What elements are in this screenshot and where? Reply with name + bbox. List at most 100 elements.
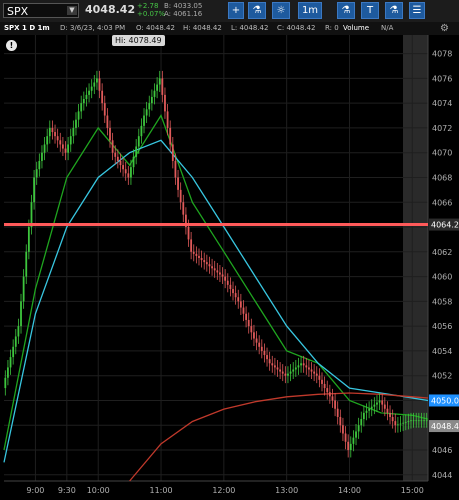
y-tick-label: 4070 (432, 149, 452, 158)
candle-body (326, 388, 329, 393)
flask-icon: ⚗ (389, 5, 399, 16)
candle-body (300, 363, 302, 366)
candle-body (378, 400, 381, 403)
alert-icon[interactable]: ! (6, 40, 17, 51)
candle-body (315, 373, 318, 376)
candle-body (308, 367, 310, 370)
timeframe-button[interactable]: 1m (298, 2, 322, 19)
candle-body (294, 367, 297, 370)
candle-body (284, 373, 287, 376)
candle-body (271, 363, 274, 366)
info-symbol: SPX 1 D 1m (4, 24, 50, 32)
candle-body (383, 404, 386, 409)
info-open: O: 4048.42 (136, 24, 175, 32)
candle-body (192, 251, 195, 254)
candle-body (4, 377, 7, 389)
candle-body (48, 127, 51, 137)
drawings-button[interactable]: ⚗ (337, 2, 355, 19)
price-chart[interactable]: 4078407640744072407040684066406440624060… (0, 35, 459, 500)
high-price-label: Hi: 4078.49 (112, 35, 165, 46)
net-change: +2.78 (137, 2, 159, 10)
candle-body (7, 367, 9, 378)
drawing-style-button[interactable]: ☼ (272, 2, 290, 19)
candle-body (156, 84, 159, 91)
sun-icon: ☼ (276, 5, 286, 16)
candle-body (148, 103, 151, 110)
x-tick-label: 15:00 (401, 486, 424, 495)
info-high: H: 4048.42 (183, 24, 222, 32)
chevron-down-icon[interactable]: ▼ (67, 6, 77, 15)
candle-body (362, 412, 365, 420)
candle-body (166, 111, 169, 128)
candle-body (219, 272, 221, 275)
price-level-label: 4064.2 (431, 221, 459, 230)
candle-body (292, 369, 295, 372)
flask-icon: ⚗ (252, 5, 262, 16)
candle-body (17, 326, 20, 337)
candle-body (221, 274, 224, 277)
candle-body (20, 301, 22, 327)
studies-2-button[interactable]: ⚗ (385, 2, 403, 19)
candle-body (349, 443, 352, 451)
candle-body (174, 160, 177, 178)
menu-button[interactable]: ☰ (409, 2, 425, 19)
timeframe-label: 1m (301, 5, 319, 16)
candle-body (182, 202, 185, 215)
candle-body (198, 255, 200, 258)
chart-info-bar: SPX 1 D 1m D: 3/6/23, 4:03 PM O: 4048.42… (0, 22, 459, 35)
gear-icon[interactable]: ⚙ (440, 23, 449, 34)
candle-body (331, 396, 334, 401)
x-tick-label: 12:00 (212, 486, 235, 495)
candle-body (46, 136, 49, 145)
candle-body (373, 404, 376, 407)
candle-body (12, 346, 15, 358)
candle-body (82, 99, 85, 104)
candle-body (305, 365, 308, 368)
candle-body (381, 400, 384, 405)
candle-body (407, 421, 410, 422)
candle-body (357, 425, 360, 432)
y-tick-label: 4056 (432, 322, 452, 331)
crosshair-button[interactable]: + (228, 2, 244, 19)
candle-body (145, 109, 148, 116)
candle-body (423, 420, 425, 422)
candle-body (239, 301, 242, 308)
candle-body (77, 111, 80, 120)
candle-body (321, 379, 323, 384)
candle-body (226, 280, 229, 285)
candle-body (111, 140, 114, 153)
candle-body (347, 441, 350, 451)
candle-body (250, 326, 253, 333)
candle-body (103, 103, 106, 116)
candle-body (93, 82, 96, 87)
chart-background (0, 35, 459, 500)
info-volume-label: Volume (343, 24, 370, 32)
studies-button[interactable]: ⚗ (248, 2, 266, 19)
candle-body (27, 227, 30, 252)
candle-body (216, 270, 219, 273)
candle-body (334, 400, 336, 409)
candle-body (266, 355, 268, 360)
chart-toolbar: SPX ▼ 4048.42 +2.78 +0.07% B: 4033.05 A:… (0, 0, 459, 23)
text-tool-button[interactable]: T (361, 2, 379, 19)
candle-body (389, 412, 391, 417)
y-tick-label: 4072 (432, 124, 452, 133)
candle-body (177, 177, 179, 190)
candle-body (132, 156, 135, 168)
candle-body (253, 332, 255, 339)
candle-body (137, 136, 140, 147)
candle-body (90, 86, 93, 91)
candle-body (313, 371, 316, 374)
candle-body (318, 375, 321, 380)
symbol-selector[interactable]: SPX ▼ (3, 3, 79, 18)
candle-body (116, 156, 119, 161)
candle-body (153, 90, 156, 97)
candle-body (415, 420, 418, 422)
candle-body (35, 169, 38, 178)
candle-body (64, 148, 67, 153)
candle-body (171, 144, 174, 161)
candle-body (51, 127, 54, 133)
candle-body (344, 433, 347, 442)
bid-price: B: 4033.05 (164, 2, 203, 10)
candle-body (85, 94, 88, 100)
